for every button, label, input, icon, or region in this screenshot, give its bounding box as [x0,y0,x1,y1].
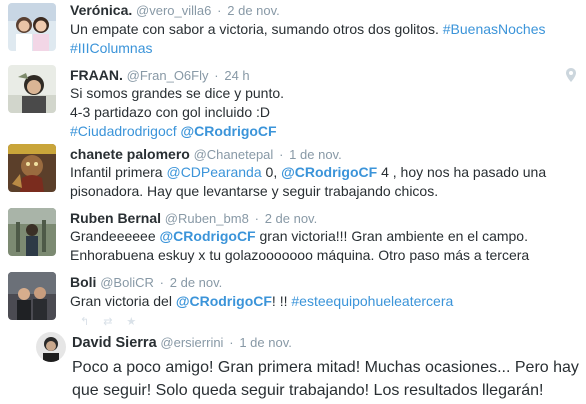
tweet-text-segment: Enhorabuena eskuy x tu golazooooooo máqu… [70,247,530,263]
tweet-text-segment: 4 , hoy nos ha pasado una [377,164,547,180]
tweet-line: Si somos grandes se dice y punto. [70,84,284,103]
tweet-line: Enhorabuena eskuy x tu golazooooooo máqu… [70,246,529,265]
tweet-text-segment: 0, [261,164,282,180]
timestamp[interactable]: 2 de nov. [227,3,280,18]
tweet-header: Ruben Bernal @Ruben_bm8 · 2 de nov. [70,210,318,226]
user-handle[interactable]: @vero_villa6 [136,3,211,18]
tweet-actions-faint: ↰⇄★ [80,316,151,328]
tweet-header: Verónica. @vero_villa6 · 2 de nov. [70,2,280,18]
tweet-header: David Sierra @ersierrini · 1 de nov. [72,335,292,351]
user-handle[interactable]: @Ruben_bm8 [165,211,249,226]
tweet-boli[interactable]: Boli @BoliCR · 2 de nov. Gran victoria d… [0,268,586,330]
tweet-line: Grandeeeeee @CRodrigoCF gran victoria!!!… [70,227,529,246]
tweet-text-segment: 4-3 partidazo con gol incluido :D [70,104,271,120]
avatar[interactable] [8,65,56,113]
tweet-line: Gran victoria del @CRodrigoCF! !! #estee… [70,292,453,311]
tweet-text: Infantil primera @CDPearanda 0, @CRodrig… [70,163,546,201]
user-handle[interactable]: @BoliCR [100,275,154,290]
tweet-text-segment: que seguir! Solo queda seguir trabajando… [72,382,544,399]
avatar[interactable] [8,272,56,320]
tweet-text-segment: pisonadora. Hay que levantarse y seguir … [70,183,439,199]
tweet-text-segment: Grandeeeeee [70,228,160,244]
tweet-line: Un empate con sabor a victoria, sumando … [70,20,546,39]
user-handle[interactable]: @ersierrini [160,335,223,350]
tweet-text-segment: Un empate con sabor a victoria, sumando … [70,21,443,37]
timestamp[interactable]: 1 de nov. [289,147,342,162]
tweet-text-segment: Poco a poco amigo! Gran primera mitad! M… [72,359,579,376]
tweet-text: Gran victoria del @CRodrigoCF! !! #estee… [70,292,453,311]
user-name[interactable]: Boli [70,274,96,290]
user-name[interactable]: Verónica. [70,2,132,18]
tweet-david[interactable]: David Sierra @ersierrini · 1 de nov. Poc… [0,330,586,404]
hashtag-link[interactable]: #BuenasNoches [443,21,546,37]
tweet-text-segment: ! !! [271,293,292,309]
user-name[interactable]: David Sierra [72,335,157,351]
tweet-line: Infantil primera @CDPearanda 0, @CRodrig… [70,163,546,182]
avatar[interactable] [8,144,56,192]
tweet-fraan[interactable]: FRAAN. @Fran_O6Fly · 24 h Si somos grand… [0,62,586,140]
user-name[interactable]: Ruben Bernal [70,210,161,226]
timestamp[interactable]: 1 de nov. [239,335,292,350]
tweet-line: pisonadora. Hay que levantarse y seguir … [70,182,546,201]
tweet-header: FRAAN. @Fran_O6Fly · 24 h [70,67,250,83]
user-handle[interactable]: @Chanetepal [194,147,274,162]
map-pin-icon[interactable] [566,68,576,82]
avatar[interactable] [8,3,56,51]
tweet-line: #IIIColumnas [70,39,546,58]
user-name[interactable]: chanete palomero [70,146,190,162]
tweet-text: Un empate con sabor a victoria, sumando … [70,20,546,58]
tweet-ruben[interactable]: Ruben Bernal @Ruben_bm8 · 2 de nov. Gran… [0,204,586,268]
tweet-veronica[interactable]: Verónica. @vero_villa6 · 2 de nov. Un em… [0,0,586,62]
avatar[interactable] [36,332,66,362]
hashtag-link[interactable]: #esteequipohueleatercera [291,293,453,309]
avatar[interactable] [8,208,56,256]
user-name[interactable]: FRAAN. [70,67,123,83]
tweet-text-segment: Gran victoria del [70,293,176,309]
tweet-line: que seguir! Solo queda seguir trabajando… [72,379,579,402]
tweet-text: Poco a poco amigo! Gran primera mitad! M… [72,356,579,402]
tweet-text: Si somos grandes se dice y punto. 4-3 par… [70,84,284,141]
timestamp[interactable]: 2 de nov. [265,211,318,226]
tweet-text-segment: Infantil primera [70,164,167,180]
mention-link[interactable]: @CDPearanda [166,164,261,180]
mention-link[interactable]: @CRodrigoCF [281,164,377,180]
timestamp[interactable]: 2 de nov. [170,275,223,290]
tweet-text-segment: gran victoria!!! Gran ambiente en el cam… [255,228,528,244]
tweet-line: #Ciudadrodrigocf @CRodrigoCF [70,122,284,141]
mention-link[interactable]: @CRodrigoCF [160,228,256,244]
user-handle[interactable]: @Fran_O6Fly [127,68,209,83]
hashtag-link[interactable]: #Ciudadrodrigocf [70,123,177,139]
tweet-text: Grandeeeeee @CRodrigoCF gran victoria!!!… [70,227,529,265]
hashtag-link[interactable]: #IIIColumnas [70,40,152,56]
mention-link[interactable]: @CRodrigoCF [181,123,277,139]
mention-link[interactable]: @CRodrigoCF [176,293,272,309]
tweet-line: 4-3 partidazo con gol incluido :D [70,103,284,122]
tweet-chanete[interactable]: chanete palomero @Chanetepal · 1 de nov.… [0,140,586,204]
tweet-header: Boli @BoliCR · 2 de nov. [70,274,223,290]
tweet-line: Poco a poco amigo! Gran primera mitad! M… [72,356,579,379]
tweet-text-segment: Si somos grandes se dice y punto. [70,85,285,101]
tweet-header: chanete palomero @Chanetepal · 1 de nov. [70,146,342,162]
timestamp[interactable]: 24 h [224,68,249,83]
